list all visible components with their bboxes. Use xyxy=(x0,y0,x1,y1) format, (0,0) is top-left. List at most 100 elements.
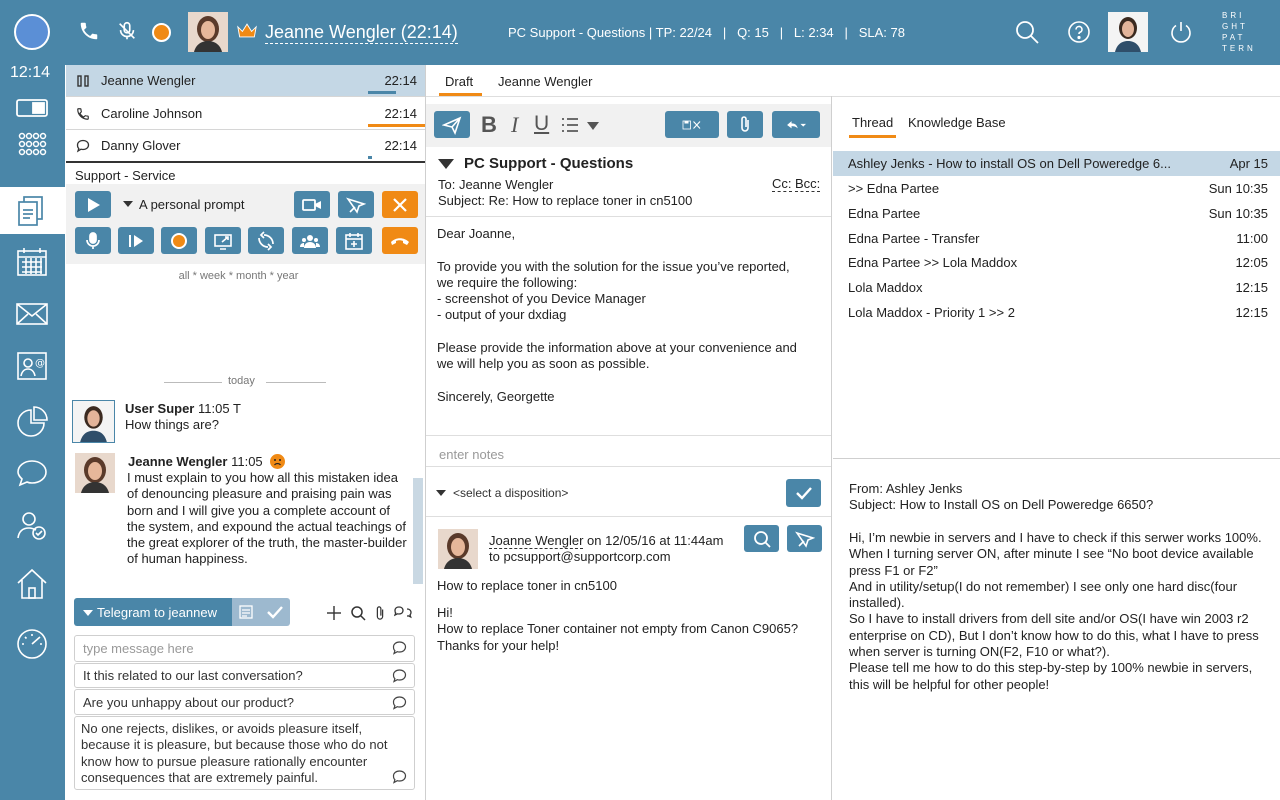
bcc-link[interactable]: Bcc: xyxy=(795,177,821,192)
contacts-icon[interactable]: @ xyxy=(14,348,50,384)
tab-knowledge-base[interactable]: Knowledge Base xyxy=(908,115,1006,130)
power-icon[interactable] xyxy=(1169,20,1193,44)
tab-draft[interactable]: Draft xyxy=(439,65,482,96)
search-icon[interactable] xyxy=(350,605,366,621)
svg-text:@: @ xyxy=(35,358,45,369)
chat-icon[interactable] xyxy=(14,456,50,492)
documents-icon[interactable] xyxy=(14,193,50,229)
transfer-button[interactable] xyxy=(248,227,284,254)
quick-replies-icon[interactable] xyxy=(394,605,412,621)
underline-icon[interactable]: U xyxy=(534,112,549,136)
microphone-button[interactable] xyxy=(75,227,111,254)
tab-jeanne-wengler[interactable]: Jeanne Wengler xyxy=(498,74,592,89)
thread-item[interactable]: Lola Maddox 12:15 xyxy=(833,275,1280,300)
original-author[interactable]: Joanne Wengler xyxy=(489,533,584,549)
notes-input[interactable]: enter notes xyxy=(439,447,504,462)
prompt-dropdown[interactable]: A personal prompt xyxy=(123,197,245,212)
play-button[interactable] xyxy=(75,191,111,218)
brand-line: PAT xyxy=(1222,33,1246,42)
subject-field[interactable]: Subject: Re: How to replace toner in cn5… xyxy=(438,193,692,208)
message-header: Jeanne Wengler 11:05 xyxy=(128,454,286,469)
video-button[interactable] xyxy=(294,191,330,218)
record-icon[interactable] xyxy=(152,23,171,42)
phone-icon[interactable] xyxy=(78,20,100,44)
screen-share-button[interactable] xyxy=(205,227,241,254)
chat-scrollbar[interactable] xyxy=(413,478,423,584)
thread-item[interactable]: Ashley Jenks - How to install OS on Dell… xyxy=(833,151,1280,176)
help-icon[interactable] xyxy=(1067,20,1091,44)
dashboard-gauge-icon[interactable] xyxy=(14,626,50,662)
conversation-row-danny[interactable]: Danny Glover 22:14 xyxy=(66,130,425,162)
chevron-down-icon[interactable] xyxy=(587,122,599,130)
conference-button[interactable] xyxy=(292,227,328,254)
thread-item[interactable]: >> Edna Partee Sun 10:35 xyxy=(833,176,1280,201)
mute-microphone-icon[interactable] xyxy=(116,20,138,44)
queue-status: PC Support - Questions | TP: 22/24 | Q: … xyxy=(508,25,905,40)
cc-link[interactable]: Cc: xyxy=(772,177,792,192)
header-divider xyxy=(426,216,831,217)
mail-icon[interactable] xyxy=(14,296,50,332)
record-button[interactable] xyxy=(161,227,197,254)
add-icon[interactable] xyxy=(326,605,342,621)
attach-button[interactable] xyxy=(727,111,763,138)
tab-thread[interactable]: Thread xyxy=(849,108,896,138)
thread-date: 12:05 xyxy=(1235,255,1268,270)
quick-reply-item[interactable]: Are you unhappy about our product? xyxy=(74,689,415,715)
dialpad-icon[interactable] xyxy=(14,127,50,163)
thread-item[interactable]: Edna Partee - Transfer 11:00 xyxy=(833,226,1280,251)
confirm-disposition-button[interactable] xyxy=(786,479,821,507)
preview-from: From: Ashley Jenks xyxy=(849,481,963,496)
send-to-button[interactable] xyxy=(338,191,374,218)
to-field[interactable]: To: Jeanne Wengler xyxy=(438,177,553,192)
chevron-down-icon xyxy=(83,610,93,616)
service-title: Support - Service xyxy=(75,168,176,183)
attachment-icon[interactable] xyxy=(373,604,387,622)
message-text: How things are? xyxy=(125,417,219,432)
message-input[interactable]: type message here xyxy=(74,635,415,662)
conversation-time: 22:14 xyxy=(384,106,417,121)
status-indicator[interactable] xyxy=(14,14,50,50)
template-button[interactable] xyxy=(232,598,260,626)
agent-name[interactable]: Jeanne Wengler (22:14) xyxy=(265,22,458,44)
search-button[interactable] xyxy=(744,525,779,552)
italic-icon[interactable]: I xyxy=(511,112,518,138)
quick-reply-item[interactable]: It this related to our last conversation… xyxy=(74,663,415,688)
reports-pie-icon[interactable] xyxy=(14,404,50,440)
reply-button[interactable] xyxy=(772,111,820,138)
hold-play-button[interactable] xyxy=(118,227,154,254)
today-label: today xyxy=(228,375,255,387)
conversation-row-jeanne[interactable]: Jeanne Wengler 22:14 xyxy=(66,65,425,97)
telegram-label: Telegram to jeannew xyxy=(97,605,217,620)
send-to-button[interactable] xyxy=(787,525,822,552)
user-avatar[interactable] xyxy=(1108,12,1148,52)
email-body-editor[interactable]: Dear Joanne, To provide you with the sol… xyxy=(437,226,822,405)
hangup-button[interactable] xyxy=(382,227,418,254)
send-button[interactable] xyxy=(434,111,470,138)
schedule-button[interactable] xyxy=(336,227,372,254)
thread-item[interactable]: Lola Maddox - Priority 1 >> 2 12:15 xyxy=(833,300,1280,325)
collapse-triangle-icon[interactable] xyxy=(438,159,454,169)
thread-item[interactable]: Edna Partee >> Lola Maddox 12:05 xyxy=(833,250,1280,275)
home-icon[interactable] xyxy=(14,566,50,602)
bold-icon[interactable]: B xyxy=(481,112,497,138)
close-button[interactable] xyxy=(382,191,418,218)
thread-date: Apr 15 xyxy=(1229,156,1268,171)
toggle-icon[interactable] xyxy=(14,89,50,125)
thread-item[interactable]: Edna Partee Sun 10:35 xyxy=(833,201,1280,226)
telegram-channel-dropdown[interactable]: Telegram to jeannew xyxy=(74,598,232,626)
user-check-icon[interactable] xyxy=(14,508,50,544)
search-icon[interactable] xyxy=(1014,19,1040,45)
conversation-row-caroline[interactable]: Caroline Johnson 22:14 xyxy=(66,98,425,130)
quick-reply-item[interactable]: No one rejects, dislikes, or avoids plea… xyxy=(74,716,415,790)
date-filter[interactable]: all * week * month * year xyxy=(66,270,411,282)
preview-body: Hi, I’m newbie in servers and I have to … xyxy=(849,530,1262,692)
list-icon[interactable] xyxy=(561,116,579,134)
thread-title: Lola Maddox xyxy=(848,280,923,295)
top-bar: Jeanne Wengler (22:14) PC Support - Ques… xyxy=(0,0,1280,65)
brand-line: TERN xyxy=(1222,44,1256,53)
send-check-button[interactable] xyxy=(260,598,290,626)
avatar xyxy=(72,400,115,443)
save-discard-button[interactable] xyxy=(665,111,719,138)
disposition-select[interactable]: <select a disposition> xyxy=(436,486,568,500)
calendar-icon[interactable] xyxy=(14,244,50,280)
